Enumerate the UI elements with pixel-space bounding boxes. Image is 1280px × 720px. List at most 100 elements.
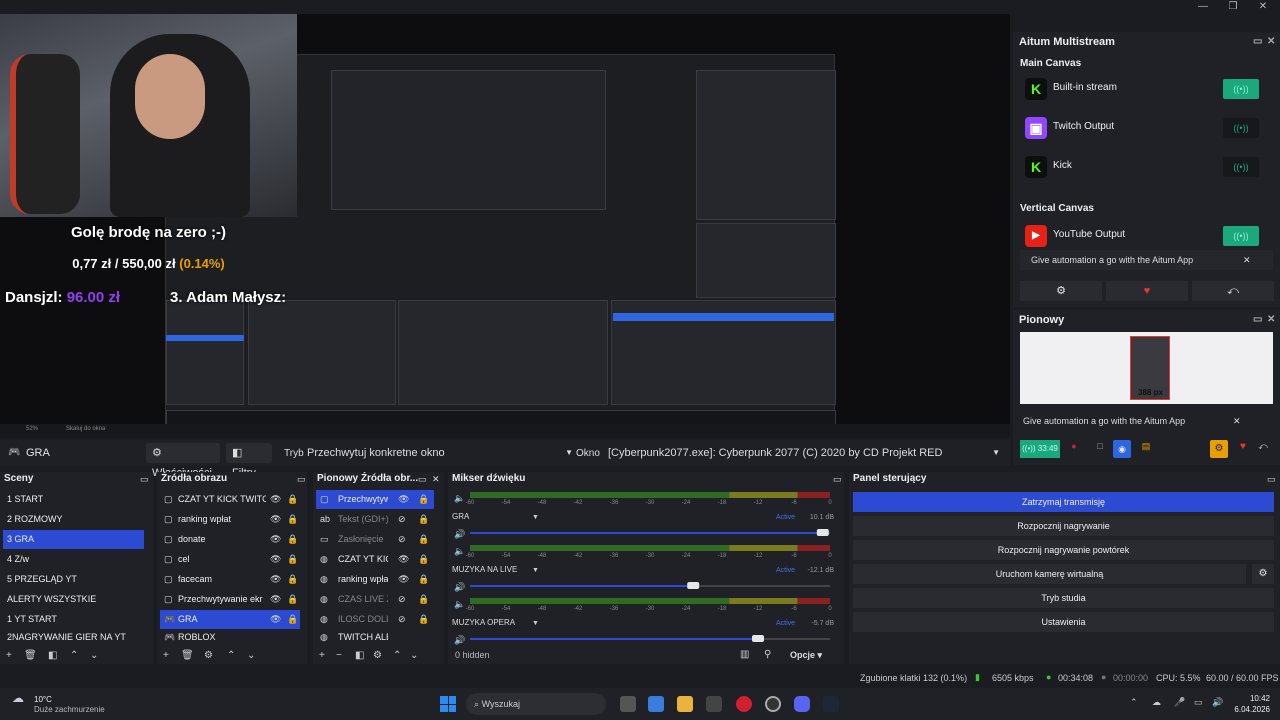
float-icon[interactable]: ▭ — [1253, 310, 1267, 330]
lock-icon[interactable]: 🔒 — [287, 550, 298, 569]
copilot-icon[interactable] — [648, 696, 664, 712]
lock-icon[interactable]: 🔒 — [287, 510, 298, 529]
lock-icon[interactable]: 🔒 — [418, 490, 429, 509]
source-item[interactable]: ▢ Przechwytyw 👁 🔒 — [316, 490, 434, 509]
eye-icon[interactable]: 👁 — [270, 530, 281, 549]
lock-icon[interactable]: 🔒 — [418, 530, 429, 549]
settings-icon[interactable]: ⚙ — [1020, 281, 1102, 301]
eye-icon[interactable]: 👁 — [270, 510, 281, 529]
preview-canvas[interactable]: Golę brodę na zero ;-) 0,77 zł / 550,00 … — [0, 14, 1010, 429]
source-item[interactable]: ◍ ILOSC DOLLOS ⊘ 🔒 — [316, 610, 434, 629]
heart-icon[interactable]: ♥ — [1236, 441, 1250, 457]
eye-icon[interactable]: 👁 — [270, 570, 281, 589]
eye-off-icon[interactable]: ⊘ — [398, 530, 406, 549]
settings-button[interactable]: Ustawienia — [853, 612, 1274, 632]
explorer-icon[interactable] — [677, 696, 693, 712]
close-button[interactable]: ✕ — [1248, 0, 1278, 14]
virtualcam-settings-icon[interactable]: ⚙ — [1252, 564, 1274, 584]
minimize-button[interactable]: — — [1188, 0, 1218, 14]
dismiss-icon[interactable]: ✕ — [1243, 250, 1251, 270]
maximize-button[interactable]: ❐ — [1218, 0, 1248, 14]
source-item[interactable]: ▢ donate 👁 🔒 — [160, 530, 300, 549]
zoom-level[interactable]: 52% — [26, 426, 38, 432]
scene-item[interactable]: ALERTY WSZYSTKIE — [3, 590, 144, 609]
float-icon[interactable]: ▭ — [833, 474, 842, 485]
fader-knob[interactable] — [816, 529, 829, 536]
source-item[interactable]: ab Tekst (GDI+) ⊘ 🔒 — [316, 510, 434, 529]
chevron-up-icon[interactable]: ⌃ — [70, 650, 78, 664]
float-icon[interactable]: ▭ — [1253, 32, 1267, 52]
lock-icon[interactable]: 🔒 — [418, 510, 429, 529]
float-icon[interactable]: ▭ — [1267, 474, 1276, 485]
eye-icon[interactable]: 👁 — [398, 490, 409, 509]
scene-item[interactable]: 3 GRA — [3, 530, 144, 549]
source-item[interactable]: ▭ Zasłonięcie ⊘ 🔒 — [316, 530, 434, 549]
source-item[interactable]: 🎮 GRA 👁 🔒 — [160, 610, 300, 629]
scene-item[interactable]: 2NAGRYWANIE GIER NA YT — [3, 630, 144, 644]
filters-button[interactable]: ◧ Filtry — [226, 443, 272, 479]
virtualcam-icon[interactable]: ◉ — [1113, 440, 1131, 458]
chevron-down-icon[interactable]: ⌄ — [90, 650, 98, 664]
scene-item[interactable]: 5 PRZEGLĄD YT — [3, 570, 144, 589]
source-item[interactable]: ◍ TWITCH ALE — [316, 630, 434, 644]
scene-item[interactable]: 1 YT START — [3, 610, 144, 629]
source-item[interactable]: 🎮 ROBLOX — [160, 630, 300, 644]
lock-icon[interactable]: 🔒 — [418, 550, 429, 569]
trash-icon[interactable]: 🗑 — [181, 650, 194, 664]
source-item[interactable]: ▢ facecam 👁 🔒 — [160, 570, 300, 589]
mic-icon[interactable]: 🎤 — [1174, 697, 1185, 708]
eye-icon[interactable]: 👁 — [398, 570, 409, 589]
lock-icon[interactable]: 🔒 — [287, 570, 298, 589]
replay-icon[interactable]: ▤ — [1139, 441, 1153, 457]
output-toggle[interactable]: ((•)) — [1223, 226, 1259, 246]
discord-icon[interactable] — [794, 696, 810, 712]
dismiss-icon[interactable]: ✕ — [1233, 411, 1241, 431]
chevron-up-icon[interactable]: ⌃ — [227, 650, 235, 664]
window-select[interactable]: [Cyberpunk2077.exe]: Cyberpunk 2077 (C) … — [602, 444, 1002, 462]
source-item[interactable]: ▢ ranking wpłat 👁 🔒 — [160, 510, 300, 529]
settings-icon[interactable]: ⚙ — [1210, 440, 1228, 458]
obs-icon[interactable] — [765, 696, 781, 712]
windows-start-icon[interactable] — [440, 696, 456, 712]
stop-icon[interactable]: □ — [1093, 441, 1107, 457]
close-icon[interactable]: ✕ — [1267, 310, 1280, 330]
gear-icon[interactable]: ⚙ — [204, 650, 213, 664]
filter-icon[interactable]: ◧ — [48, 650, 57, 664]
taskbar-search[interactable]: ⌕ Wyszukaj — [466, 693, 606, 715]
source-item[interactable]: ▢ Przechwytywanie ekr 👁 🔒 — [160, 590, 300, 609]
lock-icon[interactable]: 🔒 — [418, 590, 429, 609]
lock-icon[interactable]: 🔒 — [287, 590, 298, 609]
source-item[interactable]: ◍ ranking wpła 👁 🔒 — [316, 570, 434, 589]
output-toggle[interactable]: ((•)) — [1223, 118, 1259, 138]
eye-off-icon[interactable]: ⊘ — [398, 610, 406, 629]
lock-icon[interactable]: 🔒 — [287, 610, 298, 629]
eye-icon[interactable]: 👁 — [270, 550, 281, 569]
close-icon[interactable]: ✕ — [1267, 32, 1280, 52]
layout-icon[interactable]: ▥ — [740, 649, 749, 660]
filter-icon[interactable]: ◧ — [355, 650, 364, 664]
network-icon[interactable]: ▭ — [1194, 697, 1203, 708]
eye-icon[interactable]: 👁 — [398, 550, 409, 569]
lock-icon[interactable]: 🔒 — [418, 610, 429, 629]
eye-off-icon[interactable]: ⊘ — [398, 590, 406, 609]
lock-icon[interactable]: 🔒 — [287, 530, 298, 549]
share-icon[interactable]: ⤺ — [1192, 281, 1274, 301]
link-icon[interactable]: ⚲ — [764, 649, 771, 660]
lock-icon[interactable]: 🔒 — [287, 490, 298, 509]
gear-icon[interactable]: ⚙ — [373, 650, 382, 664]
task-view-icon[interactable] — [620, 696, 636, 712]
float-icon[interactable]: ▭ — [418, 474, 427, 485]
trash-icon[interactable]: 🗑 — [24, 650, 37, 664]
output-toggle[interactable]: ((•)) — [1223, 157, 1259, 177]
lock-icon[interactable]: 🔒 — [418, 570, 429, 589]
steam-icon[interactable] — [823, 696, 839, 712]
remove-icon[interactable]: − — [336, 650, 342, 664]
float-icon[interactable]: ▭ — [140, 474, 149, 485]
output-toggle[interactable]: ((•)) — [1223, 79, 1259, 99]
capture-mode-select[interactable]: Przechwytuj konkretne okno ▼ — [307, 444, 575, 462]
float-icon[interactable]: ▭ — [297, 474, 306, 485]
chevron-down-icon[interactable]: ⌄ — [410, 650, 418, 664]
store-icon[interactable] — [706, 696, 722, 712]
share-icon[interactable]: ⤺ — [1256, 441, 1270, 457]
source-item[interactable]: ▢ CZAT YT KICK TWITCH 👁 🔒 — [160, 490, 300, 509]
